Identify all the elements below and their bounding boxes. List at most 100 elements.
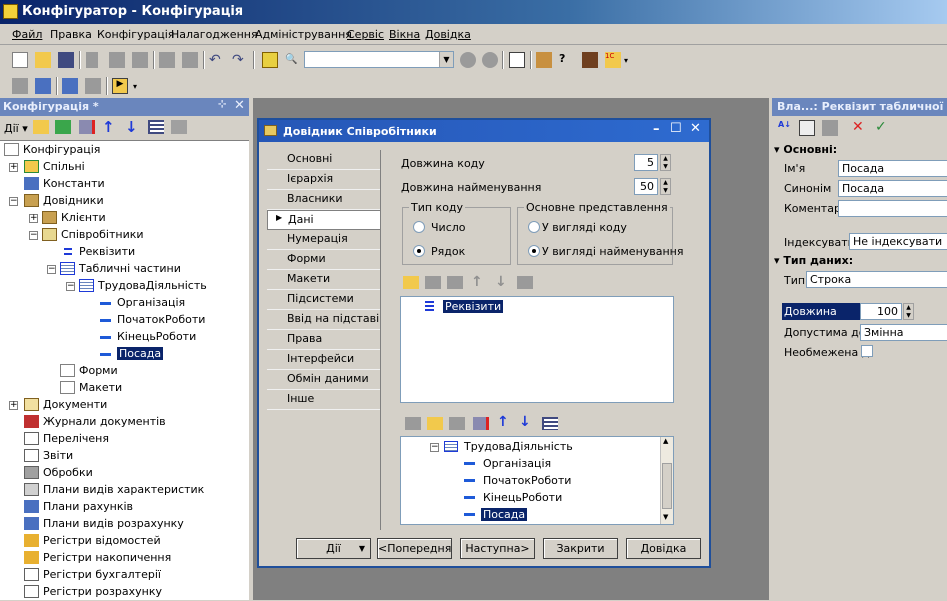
tabular-part-name[interactable]: ТрудоваДіяльність bbox=[464, 440, 573, 453]
db-structure-icon[interactable] bbox=[85, 78, 101, 94]
tab-data-exchange[interactable]: Обмін даними bbox=[267, 370, 381, 390]
delete-icon[interactable] bbox=[79, 120, 95, 134]
tab-attr-start-work[interactable]: ПочатокРоботи bbox=[483, 474, 571, 487]
repr-code-radio[interactable] bbox=[528, 221, 540, 233]
sort-icon[interactable] bbox=[148, 120, 164, 134]
unlimited-length-checkbox[interactable] bbox=[861, 345, 873, 357]
next-button[interactable]: Наступна> bbox=[460, 538, 535, 559]
attributes-list[interactable]: Реквізити bbox=[400, 296, 674, 403]
print-preview-icon[interactable] bbox=[182, 52, 198, 68]
scrollbar[interactable]: ▲ ▼ bbox=[660, 437, 673, 524]
tab-attr-organization[interactable]: Організація bbox=[483, 457, 551, 470]
comment-prop-input[interactable] bbox=[838, 200, 947, 217]
filter-props-icon[interactable] bbox=[822, 120, 838, 136]
wizard-icon[interactable] bbox=[536, 52, 552, 68]
collapse-work-history[interactable]: − bbox=[430, 443, 439, 452]
name-length-spinner[interactable]: ▲ ▼ bbox=[660, 178, 671, 195]
checkmark-icon[interactable]: ✓ bbox=[875, 119, 891, 135]
syntax-helper-icon[interactable] bbox=[582, 52, 598, 68]
menu-file[interactable]: Файл bbox=[12, 28, 42, 41]
collapse-employees[interactable]: − bbox=[29, 231, 38, 240]
prev-button[interactable]: <Попередня bbox=[377, 538, 452, 559]
cut-icon[interactable] bbox=[86, 52, 98, 68]
filter-icon[interactable] bbox=[171, 120, 187, 134]
name-prop-input[interactable]: Посада bbox=[838, 160, 947, 177]
scroll-down-icon[interactable]: ▼ bbox=[663, 513, 668, 521]
code-length-input[interactable]: 5 bbox=[634, 154, 658, 171]
delete-tab-icon[interactable] bbox=[473, 417, 489, 430]
config-update-icon[interactable] bbox=[35, 78, 51, 94]
menu-help[interactable]: Довідка bbox=[425, 28, 471, 41]
undo-icon[interactable]: ↶ bbox=[209, 53, 225, 69]
tree-actions-menu[interactable]: Дії ▾ bbox=[4, 122, 28, 135]
arrow-down-icon[interactable]: ↓ bbox=[125, 118, 141, 136]
arrow-up-icon[interactable]: ↑ bbox=[102, 118, 118, 136]
chevron-down-icon[interactable]: ▼ bbox=[439, 52, 453, 67]
length-spinner[interactable]: ▲ ▼ bbox=[903, 303, 914, 320]
scrollbar-thumb[interactable] bbox=[662, 463, 672, 509]
find-icon[interactable]: 🔍 bbox=[285, 54, 301, 70]
tab-data[interactable]: ▶ Дані bbox=[267, 210, 381, 230]
arrow-up-icon[interactable]: ↑ bbox=[471, 274, 487, 290]
tab-attr-position[interactable]: Посада bbox=[481, 508, 528, 521]
menu-edit[interactable]: Правка bbox=[50, 28, 92, 41]
attributes-list-item[interactable]: Реквізити bbox=[443, 300, 504, 313]
maximize-icon[interactable]: ☐ bbox=[670, 121, 682, 136]
tab-numbering[interactable]: Нумерація bbox=[267, 230, 381, 250]
type-prop-select[interactable]: Строка bbox=[806, 271, 947, 288]
debug-dropdown-icon[interactable]: ▾ bbox=[133, 82, 137, 91]
minimize-icon[interactable]: – bbox=[653, 122, 660, 137]
its-icon[interactable]: 1C bbox=[605, 52, 621, 68]
expand-documents[interactable]: + bbox=[9, 401, 18, 410]
find-prev-icon[interactable] bbox=[482, 52, 498, 68]
menu-windows[interactable]: Вікна bbox=[389, 28, 420, 41]
find-in-tree-icon[interactable] bbox=[262, 52, 278, 68]
toolbar-dropdown-icon[interactable]: ▾ bbox=[624, 56, 628, 65]
arrow-down-icon[interactable]: ↓ bbox=[495, 274, 511, 290]
arrow-up-icon[interactable]: ↑ bbox=[497, 414, 513, 430]
help-button[interactable]: Довідка bbox=[626, 538, 701, 559]
code-type-string-radio[interactable] bbox=[413, 245, 425, 257]
name-length-input[interactable]: 50 bbox=[634, 178, 658, 195]
expand-common[interactable]: + bbox=[9, 163, 18, 172]
index-prop-select[interactable]: Не індексувати bbox=[849, 233, 947, 250]
allowed-length-select[interactable]: Змінна bbox=[860, 324, 947, 341]
close-icon[interactable]: ✕ bbox=[690, 121, 701, 136]
tab-layouts[interactable]: Макети bbox=[267, 270, 381, 290]
print-icon[interactable] bbox=[159, 52, 175, 68]
arrow-down-icon[interactable]: ↓ bbox=[519, 414, 535, 430]
scroll-up-icon[interactable]: ▲ bbox=[663, 437, 668, 445]
synonym-prop-input[interactable]: Посада bbox=[838, 180, 947, 197]
add-attribute-icon[interactable] bbox=[403, 276, 419, 289]
open-folder-icon[interactable] bbox=[35, 52, 51, 68]
tab-forms[interactable]: Форми bbox=[267, 250, 381, 270]
add-child-icon[interactable] bbox=[55, 120, 71, 134]
database-icon[interactable] bbox=[62, 78, 78, 94]
collapse-catalogs[interactable]: − bbox=[9, 197, 18, 206]
menu-service[interactable]: Сервіс bbox=[347, 28, 384, 41]
find-next-icon[interactable] bbox=[460, 52, 476, 68]
collapse-work-history[interactable]: − bbox=[66, 282, 75, 291]
sort-icon[interactable] bbox=[517, 276, 533, 289]
save-icon[interactable] bbox=[58, 52, 74, 68]
categorized-icon[interactable] bbox=[799, 120, 815, 136]
code-length-spinner[interactable]: ▲ ▼ bbox=[660, 154, 671, 171]
close-button[interactable]: Закрити bbox=[543, 538, 618, 559]
new-file-icon[interactable] bbox=[12, 52, 28, 68]
tab-input-by-basis[interactable]: Ввід на підставі bbox=[267, 310, 381, 330]
add-tabular-icon[interactable] bbox=[405, 417, 421, 430]
menu-configuration[interactable]: Конфігурація bbox=[97, 28, 174, 41]
length-prop-input[interactable]: 100 bbox=[860, 303, 902, 320]
tab-attr-end-work[interactable]: КінецьРоботи bbox=[483, 491, 562, 504]
tabular-parts-list[interactable]: − ТрудоваДіяльність Організація ПочатокР… bbox=[400, 436, 674, 525]
help-search-icon[interactable]: ? bbox=[559, 52, 575, 68]
copy-tab-icon[interactable] bbox=[449, 417, 465, 430]
windows-icon[interactable] bbox=[509, 52, 525, 68]
pin-icon[interactable]: ⊹ bbox=[218, 99, 226, 110]
tab-hierarchy[interactable]: Ієрархія bbox=[267, 170, 381, 190]
config-compare-icon[interactable] bbox=[12, 78, 28, 94]
datatype-section[interactable]: ▾ Тип даних: bbox=[774, 254, 853, 267]
paste-icon[interactable] bbox=[132, 52, 148, 68]
run-debug-icon[interactable]: ▶ bbox=[112, 78, 128, 94]
search-combobox[interactable]: ▼ bbox=[304, 51, 454, 68]
